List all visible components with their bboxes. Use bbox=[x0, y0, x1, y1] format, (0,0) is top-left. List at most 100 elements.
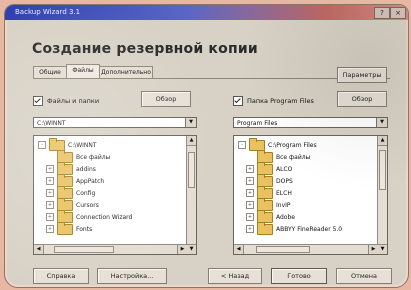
scroll-thumb[interactable] bbox=[379, 150, 386, 190]
title-bar[interactable]: Backup Wizard 3.1 ? × bbox=[5, 5, 408, 20]
left-horizontal-scrollbar[interactable]: ◀ ▶ bbox=[34, 244, 187, 254]
expand-icon[interactable]: + bbox=[246, 177, 254, 185]
ready-button[interactable]: Готово bbox=[271, 268, 327, 284]
scroll-up-icon[interactable]: ▲ bbox=[187, 136, 196, 146]
expand-icon[interactable]: + bbox=[46, 213, 54, 221]
close-icon[interactable]: × bbox=[390, 7, 406, 19]
tree-item[interactable]: + Fonts bbox=[46, 221, 93, 235]
settings-button-label: Параметры bbox=[342, 71, 382, 79]
tab-files[interactable]: Файлы bbox=[66, 64, 100, 79]
scroll-down-icon[interactable]: ▼ bbox=[187, 244, 196, 254]
tree-item[interactable]: Все файлы bbox=[57, 149, 111, 163]
help-icon[interactable]: ? bbox=[374, 7, 390, 19]
ready-button-label: Готово bbox=[287, 272, 311, 280]
scroll-up-icon[interactable]: ▲ bbox=[378, 136, 387, 146]
tree-item[interactable]: + Cursors bbox=[46, 197, 99, 211]
right-vertical-scrollbar[interactable]: ▲ ▼ bbox=[377, 136, 387, 254]
expand-icon[interactable]: + bbox=[246, 225, 254, 233]
scroll-thumb[interactable] bbox=[188, 152, 195, 188]
right-program-files-checkbox-row[interactable]: Папка Program Files bbox=[233, 95, 314, 107]
tree-item[interactable]: Все файлы bbox=[257, 149, 310, 163]
scroll-thumb[interactable] bbox=[256, 246, 310, 253]
tree-item-label: ALCO bbox=[276, 165, 293, 173]
left-vertical-scrollbar[interactable]: ▲ ▼ bbox=[186, 136, 196, 254]
right-folder-combo[interactable]: Program Files ▼ bbox=[233, 117, 388, 128]
scroll-right-icon[interactable]: ▶ bbox=[368, 245, 378, 254]
expand-icon[interactable]: + bbox=[46, 225, 54, 233]
tree-item-label: Все файлы bbox=[76, 153, 111, 161]
scroll-left-icon[interactable]: ◀ bbox=[34, 245, 44, 254]
window-title: Backup Wizard 3.1 bbox=[15, 8, 81, 16]
scroll-left-icon[interactable]: ◀ bbox=[234, 245, 244, 254]
back-button-label: < Назад bbox=[220, 272, 250, 280]
expand-icon[interactable]: + bbox=[46, 189, 54, 197]
tree-item-label: Fonts bbox=[76, 225, 93, 233]
expand-icon[interactable]: + bbox=[46, 201, 54, 209]
tree-item-label: AppPatch bbox=[76, 177, 105, 185]
cancel-button[interactable]: Отмена bbox=[336, 268, 392, 284]
settings-button[interactable]: Параметры bbox=[337, 67, 387, 83]
tree-item[interactable]: + Config bbox=[46, 185, 96, 199]
tree-item[interactable]: + InvIP bbox=[246, 197, 291, 211]
collapse-icon[interactable]: - bbox=[38, 141, 46, 149]
tree-item[interactable]: + addins bbox=[46, 161, 96, 175]
scroll-down-icon[interactable]: ▼ bbox=[378, 244, 387, 254]
left-files-checkbox-row[interactable]: Файлы и папки bbox=[33, 95, 99, 107]
expand-icon[interactable]: + bbox=[246, 189, 254, 197]
tab-label: Дополнительно bbox=[101, 69, 151, 76]
tree-item-label: Config bbox=[76, 189, 96, 197]
expand-icon[interactable]: + bbox=[46, 165, 54, 173]
tree-item-label: ELCH bbox=[276, 189, 292, 197]
scroll-right-icon[interactable]: ▶ bbox=[177, 245, 187, 254]
screenshot-page: Backup Wizard 3.1 ? × Создание резервной… bbox=[0, 0, 411, 290]
expand-icon[interactable]: + bbox=[246, 201, 254, 209]
right-browse-button[interactable]: Обзор bbox=[337, 91, 387, 107]
expand-icon[interactable]: + bbox=[246, 213, 254, 221]
settings-bottom-button[interactable]: Настройка... bbox=[97, 268, 167, 284]
tree-root-label: C:\WINNT bbox=[68, 141, 97, 149]
tree-item[interactable]: + ALCO bbox=[246, 161, 293, 175]
left-browse-button[interactable]: Обзор bbox=[141, 91, 191, 107]
right-horizontal-scrollbar[interactable]: ◀ ▶ bbox=[234, 244, 378, 254]
tree-item[interactable]: + Adobe bbox=[246, 209, 295, 223]
tree-item-label: Connection Wizard bbox=[76, 213, 133, 221]
tree-item[interactable]: + DOPS bbox=[246, 173, 293, 187]
settings-bottom-button-label: Настройка... bbox=[110, 272, 154, 280]
tree-root[interactable]: - C:\WINNT bbox=[38, 137, 97, 151]
right-program-files-checkbox[interactable] bbox=[233, 96, 243, 106]
tree-item[interactable]: + ELCH bbox=[246, 185, 292, 199]
left-folder-tree[interactable]: - C:\WINNT Все файлы + addins + AppPatch… bbox=[33, 135, 197, 255]
tree-item-label: ABBYY FineReader 5.0 bbox=[276, 225, 343, 233]
back-button[interactable]: < Назад bbox=[208, 268, 262, 284]
expand-icon[interactable]: + bbox=[246, 165, 254, 173]
left-browse-label: Обзор bbox=[155, 95, 177, 103]
tab-label: Общие bbox=[39, 69, 61, 76]
expand-icon[interactable]: + bbox=[46, 177, 54, 185]
tree-item[interactable]: + AppPatch bbox=[46, 173, 105, 187]
tree-root-label: C:\Program Files bbox=[268, 141, 317, 149]
tree-item-label: Cursors bbox=[76, 201, 99, 209]
page-title: Создание резервной копии bbox=[32, 41, 258, 57]
tree-root[interactable]: - C:\Program Files bbox=[238, 137, 317, 151]
help-button[interactable]: Справка bbox=[33, 268, 89, 284]
folder-icon bbox=[257, 221, 273, 235]
backup-wizard-window: Backup Wizard 3.1 ? × Создание резервной… bbox=[4, 4, 409, 288]
folder-icon bbox=[57, 221, 73, 235]
right-browse-label: Обзор bbox=[351, 95, 373, 103]
chevron-down-icon[interactable]: ▼ bbox=[185, 118, 196, 127]
tree-item-label: InvIP bbox=[276, 201, 291, 209]
scroll-thumb[interactable] bbox=[54, 246, 114, 253]
chevron-down-icon[interactable]: ▼ bbox=[376, 118, 387, 127]
tree-item-label: DOPS bbox=[276, 177, 293, 185]
tree-item[interactable]: + ABBYY FineReader 5.0 bbox=[246, 221, 343, 235]
left-folder-combo[interactable]: C:\WINNT ▼ bbox=[33, 117, 197, 128]
tree-item[interactable]: + Connection Wizard bbox=[46, 209, 133, 223]
tree-item-label: addins bbox=[76, 165, 96, 173]
right-program-files-checkbox-label: Папка Program Files bbox=[247, 97, 314, 105]
left-files-checkbox[interactable] bbox=[33, 96, 43, 106]
left-folder-combo-value: C:\WINNT bbox=[37, 120, 66, 127]
right-folder-tree[interactable]: - C:\Program Files Все файлы + ALCO + DO… bbox=[233, 135, 388, 255]
collapse-icon[interactable]: - bbox=[238, 141, 246, 149]
cancel-button-label: Отмена bbox=[350, 272, 378, 280]
help-button-label: Справка bbox=[46, 272, 76, 280]
